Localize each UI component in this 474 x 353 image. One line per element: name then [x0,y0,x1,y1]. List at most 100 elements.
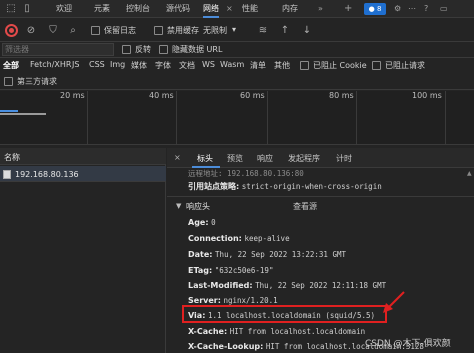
tab-memory[interactable]: 内存 [282,0,298,18]
header-value: Thu, 22 Sep 2022 13:22:31 GMT [215,250,346,259]
customize-icon[interactable]: ⋯ [408,0,416,18]
settings-icon[interactable]: ⚙ [394,0,401,18]
filter-icon[interactable]: ⛉ [46,24,60,38]
type-img[interactable]: Img [110,60,125,69]
details-tab-bar [167,148,474,168]
tab-welcome[interactable]: 欢迎 [56,0,72,18]
throttling-select[interactable]: 无限制 [203,25,227,36]
expand-triangle-icon[interactable]: ▼ [176,202,181,210]
header-row: Server: nginx/1.20.1 [188,296,278,305]
type-media[interactable]: 媒体 [131,60,147,71]
header-key: X-Cache: [188,327,228,336]
type-font[interactable]: 字体 [155,60,171,71]
section-divider [167,196,474,197]
issues-badge[interactable]: ● 8 [364,3,386,15]
type-other[interactable]: 其他 [274,60,290,71]
tab-response[interactable]: 响应 [257,153,273,164]
header-value: nginx/1.20.1 [223,296,278,305]
record-icon[interactable] [5,24,18,37]
referrer-policy-row: 引用站点策略: strict-origin-when-cross-origin [188,181,382,192]
name-column-header[interactable]: 名称 [0,148,166,165]
filter-input[interactable] [2,43,114,56]
tab-timing[interactable]: 计时 [336,153,352,164]
type-ws[interactable]: WS [202,60,215,69]
issues-count: 8 [376,5,382,13]
timing-bar [0,113,46,115]
wifi-icon[interactable]: ≋ [256,24,270,38]
export-icon[interactable]: ↓ [300,24,314,38]
grid-line [267,91,268,145]
view-source-link[interactable]: 查看源 [293,201,317,212]
document-icon [3,170,11,179]
type-js[interactable]: JS [72,60,79,69]
preserve-log-checkbox[interactable] [91,26,100,35]
clear-icon[interactable]: ⊘ [24,24,38,38]
blocked-cookies-checkbox[interactable] [300,61,309,70]
chevron-down-icon[interactable]: ▾ [232,25,236,34]
tab-sources[interactable]: 源代码 [166,0,190,18]
device-toolbar-icon[interactable]: ▯ [20,2,34,16]
tab-performance[interactable]: 性能 [242,0,258,18]
header-row: Date: Thu, 22 Sep 2022 13:22:31 GMT [188,250,346,259]
help-icon[interactable]: ? [424,0,428,18]
grid-line [356,91,357,145]
import-icon[interactable]: ↑ [278,24,292,38]
tab-console[interactable]: 控制台 [126,0,150,18]
blocked-requests-checkbox[interactable] [372,61,381,70]
header-value: strict-origin-when-cross-origin [241,182,382,191]
header-key: Date: [188,250,213,259]
third-party-label: 第三方请求 [17,77,57,86]
tick-label: 40 ms [149,91,174,100]
preserve-log-label: 保留日志 [104,26,136,35]
tab-network[interactable]: 网络 [203,0,219,18]
header-key: X-Cache-Lookup: [188,342,264,351]
disable-cache-checkbox[interactable] [154,26,163,35]
header-key: ETag: [188,266,213,275]
tab-elements[interactable]: 元素 [94,0,110,18]
tick-label: 80 ms [329,91,354,100]
search-icon[interactable]: ⌕ [66,24,80,38]
hide-data-urls-checkbox[interactable] [159,45,168,54]
third-party-row [0,74,474,90]
remote-address-row: 远程地址: 192.168.80.136:80 [188,168,304,179]
tick-label: 60 ms [240,91,265,100]
inspect-element-icon[interactable]: ⬚ [4,2,18,16]
tick-label: 100 ms [412,91,442,100]
type-doc[interactable]: 文档 [179,60,195,71]
add-tab-icon[interactable]: + [344,0,352,18]
scroll-up-icon[interactable]: ▲ [467,170,472,177]
name-column-label: 名称 [4,153,20,162]
header-key: Server: [188,296,221,305]
type-all[interactable]: 全部 [3,60,19,71]
blocked-requests-label: 已阻止请求 [385,61,425,70]
third-party-checkbox[interactable] [4,77,13,86]
header-row: ETag: "632c50e6-19" [188,266,273,275]
header-row: X-Cache: HIT from localhost.localdomain [188,327,365,336]
disable-cache-label: 禁用缓存 [167,26,199,35]
close-details-icon[interactable]: × [174,153,181,162]
type-wasm[interactable]: Wasm [220,60,244,69]
header-value: 0 [211,218,216,227]
more-tabs-icon[interactable]: » [318,0,323,18]
grid-line [176,91,177,145]
type-manifest[interactable]: 清单 [250,60,266,71]
invert-checkbox[interactable] [122,45,131,54]
header-value: Thu, 22 Sep 2022 12:11:18 GMT [255,281,387,290]
watermark: CSDN @木下-俱欢颜 [365,339,451,349]
hide-data-urls-label: 隐藏数据 URL [172,45,223,54]
header-row: Last-Modified: Thu, 22 Sep 2022 12:11:18… [188,281,386,290]
close-tab-icon[interactable]: × [226,0,233,18]
timing-bar [0,110,18,112]
header-key: Connection: [188,234,242,243]
response-headers-title[interactable]: 响应头 [186,201,210,212]
dock-icon[interactable]: ▭ [440,0,448,18]
tab-preview[interactable]: 预览 [227,153,243,164]
tab-initiator[interactable]: 发起程序 [288,153,320,164]
header-row: Connection: keep-alive [188,234,290,243]
type-css[interactable]: CSS [89,60,105,69]
header-value: keep-alive [244,234,290,243]
type-fetch-xhr[interactable]: Fetch/XHR [30,60,71,69]
request-name: 192.168.80.136 [15,170,79,179]
header-key: 引用站点策略: [188,182,240,191]
tab-headers[interactable]: 标头 [197,153,213,164]
